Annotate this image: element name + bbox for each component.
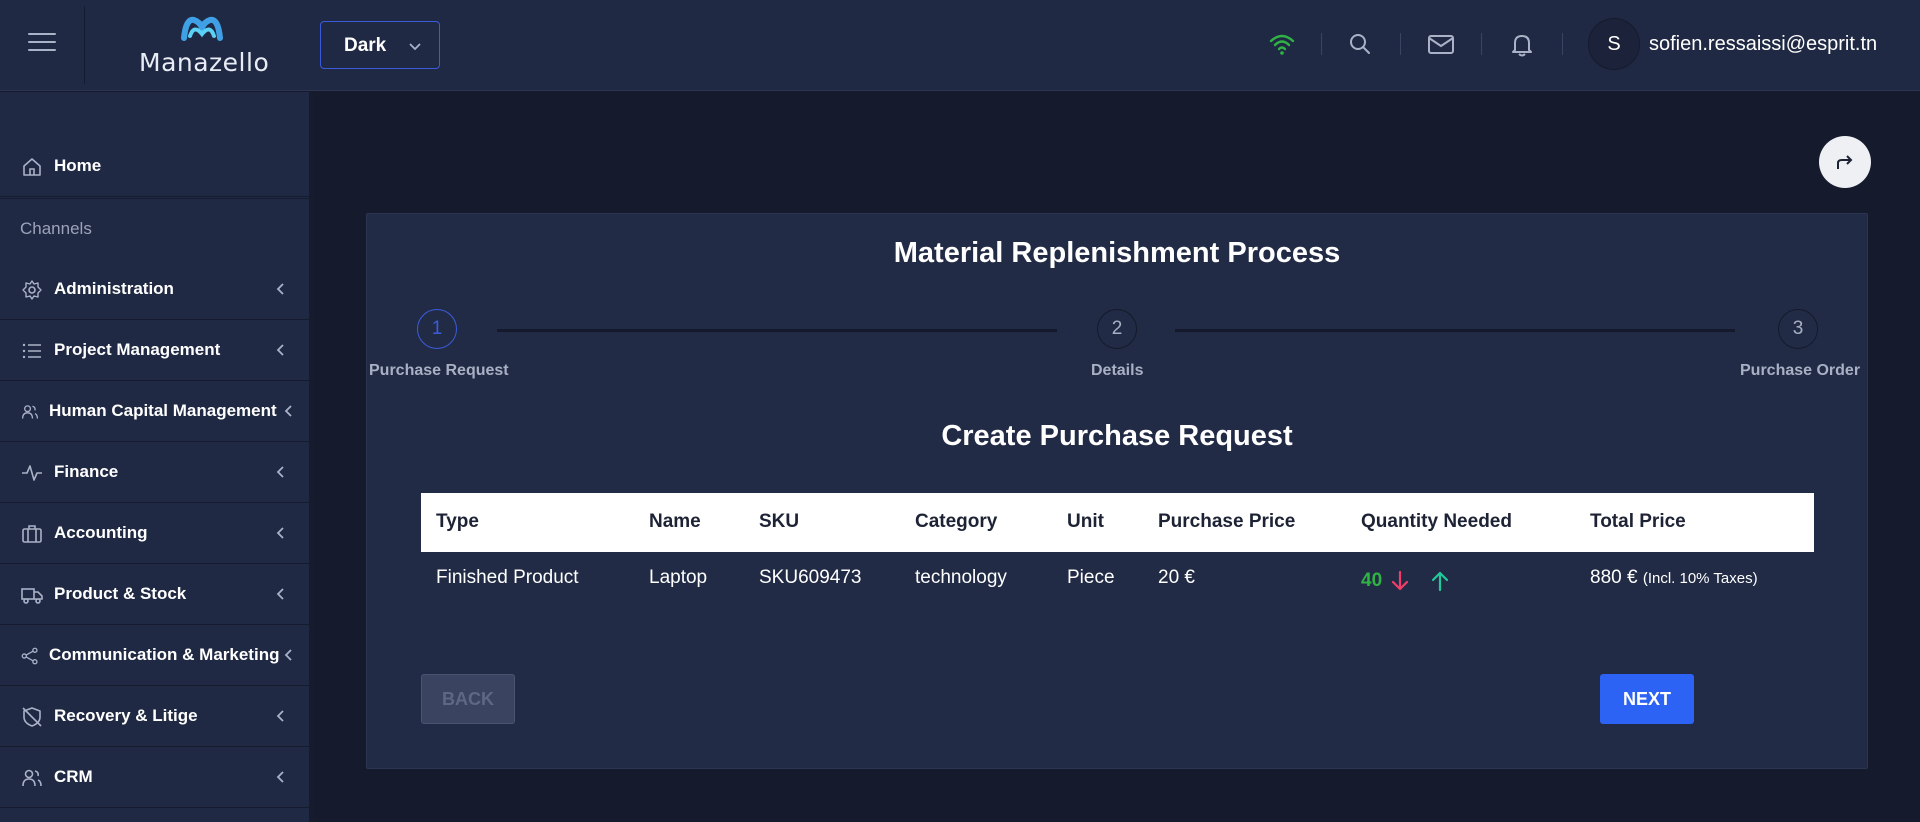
chevron-left-icon <box>276 344 284 356</box>
cell-total-price: 880 € (Incl. 10% Taxes) <box>1590 567 1758 589</box>
mail-icon[interactable] <box>1425 28 1457 60</box>
sidebar-item-crm[interactable]: CRM <box>0 747 309 808</box>
exit-button[interactable] <box>1819 136 1871 188</box>
logo-text: Manazello <box>139 48 270 77</box>
app-logo[interactable]: Manazello <box>136 10 270 78</box>
next-button[interactable]: NEXT <box>1600 674 1694 724</box>
avatar-initial: S <box>1607 33 1621 55</box>
share-icon <box>21 647 38 665</box>
forward-arrow-icon <box>1837 155 1853 169</box>
briefcase-icon <box>22 525 42 543</box>
column-header-category: Category <box>915 511 998 532</box>
sidebar-item-label: Recovery & Litige <box>54 706 198 725</box>
process-card: Material Replenishment Process 1 Purchas… <box>366 213 1868 769</box>
sidebar-item-label: Human Capital Management <box>49 401 277 420</box>
section-title: Create Purchase Request <box>941 420 1293 452</box>
chevron-down-icon <box>409 43 421 51</box>
cell-name: Laptop <box>649 567 708 588</box>
bell-icon[interactable] <box>1506 28 1538 60</box>
top-bar: Manazello Dark S sofien.ressaissi@esprit… <box>0 0 1920 91</box>
cell-unit: Piece <box>1067 567 1115 588</box>
logo-mark-icon <box>181 16 223 41</box>
search-icon[interactable] <box>1344 28 1376 60</box>
chevron-left-icon <box>276 771 284 783</box>
step-2-label: Details <box>1091 362 1144 379</box>
sidebar-item-finance[interactable]: Finance <box>0 442 309 503</box>
chevron-left-icon <box>284 405 292 417</box>
step-3-label: Purchase Order <box>1740 362 1861 379</box>
shield-off-icon <box>22 707 42 727</box>
column-header-sku: SKU <box>759 511 800 532</box>
sidebar-item-label: Administration <box>54 279 174 298</box>
sidebar-item-label: CRM <box>54 767 93 786</box>
sidebar-item-communication-marketing[interactable]: Communication & Marketing <box>0 625 309 686</box>
sidebar-item-recovery-litige[interactable]: Recovery & Litige <box>0 686 309 747</box>
chevron-left-icon <box>276 283 284 295</box>
sidebar-item-home[interactable]: Home <box>0 136 309 197</box>
cell-sku: SKU609473 <box>759 567 862 588</box>
step-2-circle[interactable]: 2 <box>1097 309 1137 349</box>
sidebar-item-label: Project Management <box>54 340 221 359</box>
menu-icon[interactable] <box>28 33 56 55</box>
sidebar-item-label: Accounting <box>54 523 148 542</box>
sidebar-item-project-management[interactable]: Project Management <box>0 320 309 381</box>
tax-note: (Incl. 10% Taxes) <box>1642 570 1758 587</box>
column-header-unit: Unit <box>1067 511 1104 532</box>
increase-quantity-icon[interactable] <box>1429 569 1451 593</box>
sidebar: Home Channels Administration Project Man… <box>0 92 314 822</box>
divider <box>84 6 85 84</box>
theme-select[interactable]: Dark <box>320 21 440 69</box>
column-header-purchase-price: Purchase Price <box>1158 511 1296 532</box>
list-icon <box>22 343 41 359</box>
avatar[interactable]: S <box>1588 18 1640 70</box>
sidebar-section-channels: Channels <box>20 219 92 238</box>
sidebar-item-label: Communication & Marketing <box>49 645 280 664</box>
divider <box>0 198 309 199</box>
quantity-value: 40 <box>1361 570 1383 591</box>
wifi-icon[interactable] <box>1266 28 1298 60</box>
page-title: Material Replenishment Process <box>893 237 1341 269</box>
cell-purchase-price: 20 € <box>1158 567 1195 588</box>
step-3-circle[interactable]: 3 <box>1778 309 1818 349</box>
cell-type: Finished Product <box>436 567 579 588</box>
back-button[interactable]: BACK <box>421 674 515 724</box>
column-header-name: Name <box>649 511 701 532</box>
stepper-line <box>497 329 1057 332</box>
gear-icon <box>22 280 42 300</box>
truck-icon <box>21 588 43 604</box>
step-1-label: Purchase Request <box>369 362 509 379</box>
theme-select-value: Dark <box>344 35 387 56</box>
sidebar-item-human-capital-management[interactable]: Human Capital Management <box>0 381 309 442</box>
home-icon <box>23 158 41 176</box>
total-price-value: 880 € <box>1590 567 1638 588</box>
chevron-left-icon <box>276 710 284 722</box>
column-header-type: Type <box>436 511 479 532</box>
column-header-quantity-needed: Quantity Needed <box>1361 511 1512 532</box>
stepper-line <box>1175 329 1735 332</box>
decrease-quantity-icon[interactable] <box>1389 569 1411 593</box>
sidebar-item-label: Product & Stock <box>54 584 187 603</box>
sidebar-item-product-stock[interactable]: Product & Stock <box>0 564 309 625</box>
chevron-left-icon <box>276 527 284 539</box>
divider <box>1481 33 1482 55</box>
sidebar-item-administration[interactable]: Administration <box>0 259 309 320</box>
chevron-left-icon <box>276 466 284 478</box>
users-icon <box>22 769 42 787</box>
pulse-icon <box>22 465 42 481</box>
chevron-left-icon <box>284 649 292 661</box>
column-header-total-price: Total Price <box>1590 511 1686 532</box>
divider <box>1400 33 1401 55</box>
sidebar-item-label: Home <box>54 156 102 175</box>
user-email[interactable]: sofien.ressaissi@esprit.tn <box>1649 33 1877 56</box>
table-header: Type Name SKU Category Unit Purchase Pri… <box>421 493 1814 552</box>
sidebar-item-label: Finance <box>54 462 119 481</box>
chevron-left-icon <box>276 588 284 600</box>
step-1-circle[interactable]: 1 <box>417 309 457 349</box>
users-icon <box>21 405 39 419</box>
divider <box>1321 33 1322 55</box>
divider <box>1562 33 1563 55</box>
sidebar-item-accounting[interactable]: Accounting <box>0 503 309 564</box>
cell-category: technology <box>915 567 1007 588</box>
